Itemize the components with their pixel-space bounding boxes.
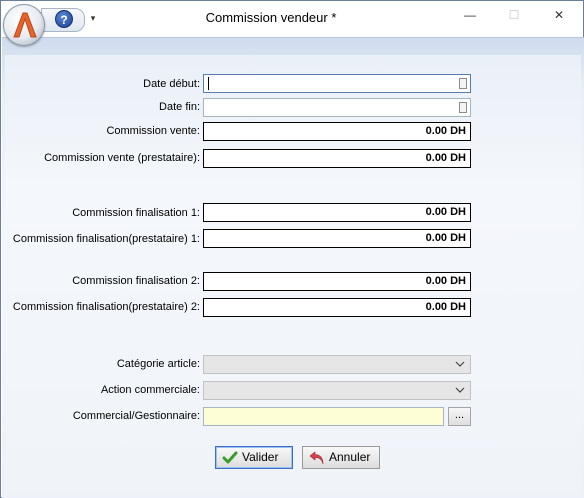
app-logo-icon[interactable] (3, 4, 45, 46)
text-caret (208, 77, 209, 90)
commission-vente-label: Commission vente: (106, 125, 200, 137)
close-button[interactable]: ✕ (546, 5, 572, 25)
commission-finalisation-2-value: 0.00 DH (425, 275, 466, 287)
browse-commercial-button[interactable]: ... (448, 407, 471, 426)
commission-finalisation-prestataire-2-field[interactable]: 0.00 DH (203, 298, 471, 317)
categorie-article-label: Catégorie article: (116, 358, 200, 370)
dialog-window: ? ▾ Commission vendeur * — ☐ ✕ Date débu… (0, 0, 584, 498)
valider-label: Valider (242, 450, 279, 464)
chevron-down-icon (455, 387, 465, 393)
check-icon (222, 451, 238, 464)
commission-finalisation-2-label: Commission finalisation 2: (72, 275, 200, 287)
commission-finalisation-prestataire-1-value: 0.00 DH (425, 232, 466, 244)
commission-finalisation-prestataire-2-label: Commission finalisation(prestataire) 2: (12, 301, 200, 313)
calendar-icon[interactable] (459, 78, 467, 89)
commission-finalisation-prestataire-2-value: 0.00 DH (425, 301, 466, 313)
title-bar: ? ▾ Commission vendeur * — ☐ ✕ (1, 1, 583, 46)
commission-finalisation-prestataire-1-label: Commission finalisation(prestataire) 1: (12, 233, 200, 245)
commission-vente-value: 0.00 DH (425, 125, 466, 137)
action-commerciale-select[interactable] (203, 381, 471, 400)
chevron-down-icon (455, 361, 465, 367)
annuler-label: Annuler (329, 450, 371, 464)
dialog-content: Date début: Date fin: Commission vente: … (2, 37, 584, 498)
date-fin-field[interactable] (203, 98, 471, 117)
annuler-button[interactable]: Annuler (302, 446, 380, 469)
commission-finalisation-prestataire-1-field[interactable]: 0.00 DH (203, 229, 471, 248)
categorie-article-select[interactable] (203, 355, 471, 374)
maximize-button[interactable]: ☐ (501, 5, 527, 25)
commission-finalisation-1-value: 0.00 DH (425, 206, 466, 218)
minimize-button[interactable]: — (457, 5, 483, 25)
commission-vente-prestataire-value: 0.00 DH (425, 152, 466, 164)
action-commerciale-label: Action commerciale: (100, 384, 200, 396)
commission-vente-prestataire-label: Commission vente (prestataire): (44, 152, 200, 164)
commission-finalisation-1-field[interactable]: 0.00 DH (203, 203, 471, 222)
commission-vente-field[interactable]: 0.00 DH (203, 122, 471, 141)
commercial-gestionnaire-field[interactable] (203, 407, 444, 426)
date-debut-label: Date début: (143, 78, 200, 90)
commission-finalisation-1-label: Commission finalisation 1: (72, 207, 200, 219)
commission-finalisation-2-field[interactable]: 0.00 DH (203, 272, 471, 291)
date-fin-label: Date fin: (159, 101, 200, 113)
date-debut-field[interactable] (203, 74, 471, 93)
valider-button[interactable]: Valider (215, 446, 293, 469)
commission-vente-prestataire-field[interactable]: 0.00 DH (203, 149, 471, 168)
commercial-gestionnaire-label: Commercial/Gestionnaire: (72, 410, 200, 422)
undo-icon (309, 451, 324, 465)
calendar-icon[interactable] (459, 102, 467, 113)
